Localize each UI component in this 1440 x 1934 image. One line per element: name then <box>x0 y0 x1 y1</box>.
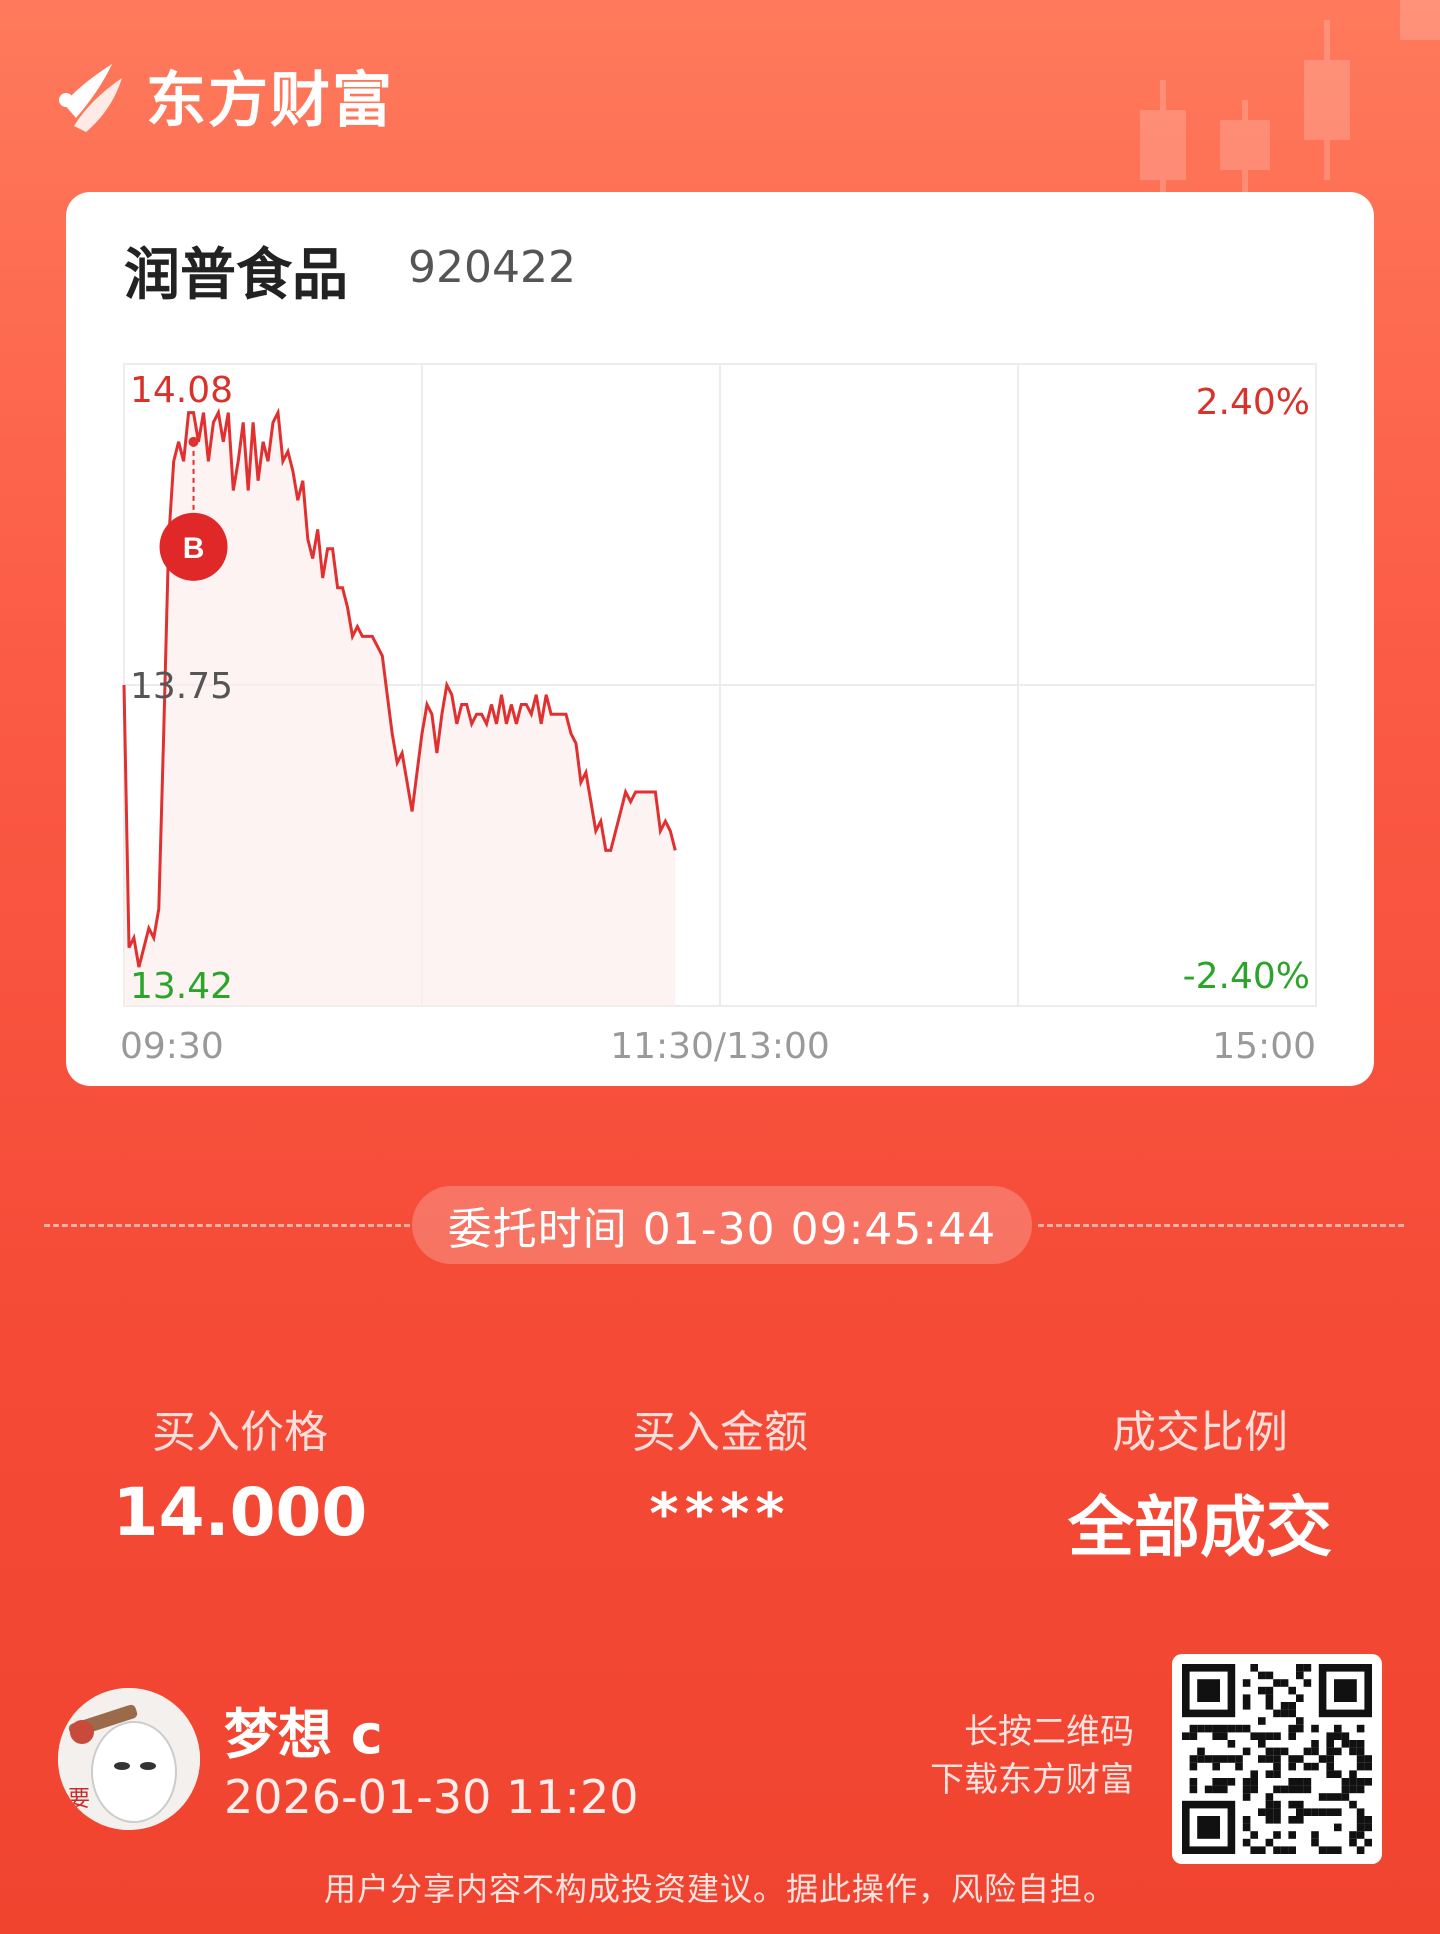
qr-hint-line-1: 长按二维码 <box>964 1712 1134 1752</box>
stat-buy-price: 买入价格 14.000 <box>60 1396 420 1551</box>
stat-label: 成交比例 <box>1112 1407 1288 1458</box>
order-time-pill: 委托时间 01-30 09:45:44 <box>412 1186 1032 1264</box>
stat-fill-ratio: 成交比例 全部成交 <box>1020 1396 1380 1570</box>
avatar-image: 要 <box>58 1688 200 1830</box>
price-tick-mid: 13.75 <box>130 666 233 707</box>
dashed-line-left <box>44 1224 410 1227</box>
pct-tick-down: -2.40% <box>1183 956 1310 997</box>
stat-value: 14.000 <box>112 1474 368 1551</box>
stat-value-masked: **** <box>649 1482 791 1547</box>
dashed-line-right <box>1038 1224 1404 1227</box>
buy-marker-label: B <box>183 532 205 565</box>
stat-label: 买入价格 <box>152 1407 328 1458</box>
time-tick-close: 15:00 <box>1212 1026 1316 1067</box>
disclaimer: 用户分享内容不构成投资建议。据此操作，风险自担。 <box>323 1870 1116 1908</box>
price-tick-max: 14.08 <box>130 370 233 411</box>
qr-hint: 长按二维码 下载东方财富 <box>930 1708 1134 1804</box>
avatar[interactable]: 要 <box>58 1688 200 1830</box>
buy-marker-point <box>188 436 199 447</box>
order-time-divider: 委托时间 01-30 09:45:44 <box>44 1186 1404 1266</box>
stat-label: 买入金额 <box>632 1407 808 1458</box>
pct-tick-up: 2.40% <box>1196 382 1310 423</box>
brand-name: 东方财富 <box>146 66 394 136</box>
svg-text:要: 要 <box>68 1787 90 1812</box>
user-name: 梦想 c <box>224 1703 383 1766</box>
share-time: 2026-01-30 11:20 <box>224 1770 639 1824</box>
qr-hint-line-2: 下载东方财富 <box>930 1760 1134 1800</box>
time-tick-midday: 11:30/13:00 <box>610 1026 830 1067</box>
intraday-chart: B 14.08 13.75 13.42 2.40% -2.40% 09:30 1… <box>120 363 1317 1067</box>
price-area <box>124 412 676 1007</box>
qr-code-icon <box>1182 1664 1372 1854</box>
download-qr-code[interactable] <box>1172 1654 1382 1864</box>
brand-logo: 东方财富 <box>56 52 394 139</box>
time-tick-open: 09:30 <box>120 1026 224 1067</box>
stat-value: 全部成交 <box>1068 1489 1332 1566</box>
stat-buy-amount: 买入金额 **** <box>540 1396 900 1547</box>
brand-logo-icon <box>59 63 122 132</box>
price-tick-min: 13.42 <box>130 966 233 1007</box>
stock-card: 润普食品 920422 B 14.08 13.75 13.42 2.40% -2… <box>66 192 1374 1086</box>
